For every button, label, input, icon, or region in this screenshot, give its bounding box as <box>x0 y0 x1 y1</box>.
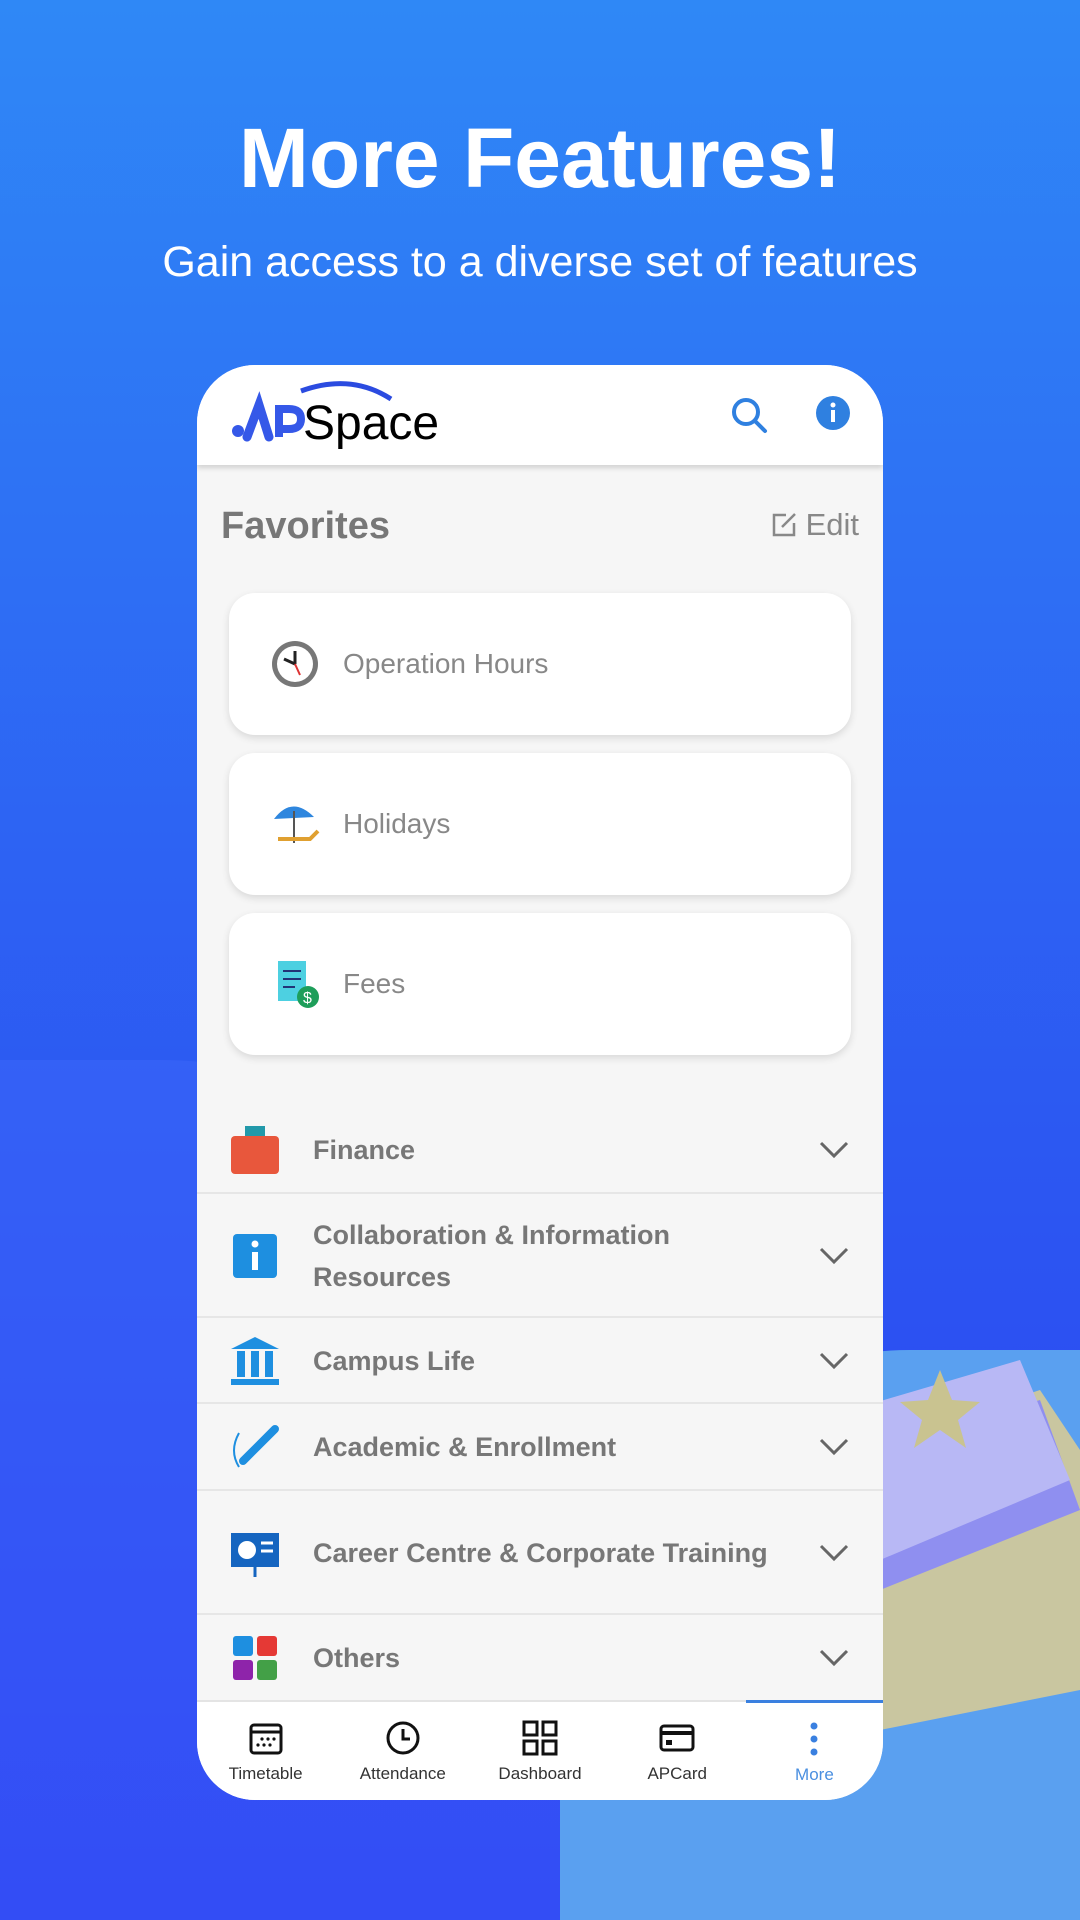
category-finance[interactable]: Finance <box>197 1108 883 1194</box>
chevron-down-icon <box>819 1141 849 1159</box>
category-campus-life[interactable]: Campus Life <box>197 1319 883 1404</box>
clock-icon <box>386 1721 420 1755</box>
edit-icon <box>772 513 796 537</box>
grid-icon <box>522 1720 558 1756</box>
card-icon <box>659 1724 695 1752</box>
svg-text:$: $ <box>303 990 312 1007</box>
beach-umbrella-icon <box>269 798 321 850</box>
chevron-down-icon <box>819 1247 849 1264</box>
category-others[interactable]: Others <box>197 1616 883 1700</box>
phone-screen: Space Favorites Edit Operation Hours Hol… <box>197 365 883 1800</box>
favorite-fees[interactable]: $ Fees <box>229 913 851 1055</box>
edit-button[interactable]: Edit <box>770 507 859 543</box>
nav-apcard[interactable]: APCard <box>609 1702 746 1800</box>
favorites-heading: Favorites <box>221 505 390 547</box>
category-academic[interactable]: Academic & Enrollment <box>197 1405 883 1491</box>
apspace-logo: Space <box>232 381 439 450</box>
info-icon[interactable] <box>815 395 851 431</box>
chevron-down-icon <box>819 1352 849 1369</box>
search-icon[interactable] <box>729 395 769 435</box>
nav-attendance[interactable]: Attendance <box>334 1702 471 1800</box>
category-collaboration[interactable]: Collaboration & Information Resources <box>197 1195 883 1318</box>
chevron-down-icon <box>819 1544 849 1561</box>
favorite-holidays[interactable]: Holidays <box>229 753 851 895</box>
chevron-down-icon <box>819 1438 849 1456</box>
info-icon <box>233 1233 277 1278</box>
app-header: Space <box>197 365 883 465</box>
presentation-icon <box>231 1532 279 1577</box>
category-career[interactable]: Career Centre & Corporate Training <box>197 1492 883 1615</box>
more-vertical-icon <box>810 1722 818 1756</box>
shapes-icon <box>233 1636 277 1680</box>
pen-icon <box>233 1425 279 1468</box>
promo-subtitle: Gain access to a diverse set of features <box>162 238 918 286</box>
clock-icon <box>269 638 321 690</box>
building-icon <box>231 1336 279 1385</box>
nav-more[interactable]: More <box>745 1700 883 1800</box>
favorite-operation-hours[interactable]: Operation Hours <box>229 593 851 735</box>
promo-title: More Features! <box>238 111 842 205</box>
calendar-icon <box>249 1723 283 1755</box>
nav-timetable[interactable]: Timetable <box>197 1702 334 1800</box>
nav-dashboard[interactable]: Dashboard <box>471 1702 608 1800</box>
chevron-down-icon <box>819 1649 849 1667</box>
svg-text:Space: Space <box>303 397 439 450</box>
receipt-icon: $ <box>269 958 321 1010</box>
bottom-nav: Timetable Attendance Dashboard APCard Mo… <box>197 1700 883 1800</box>
wallet-icon <box>231 1126 279 1174</box>
